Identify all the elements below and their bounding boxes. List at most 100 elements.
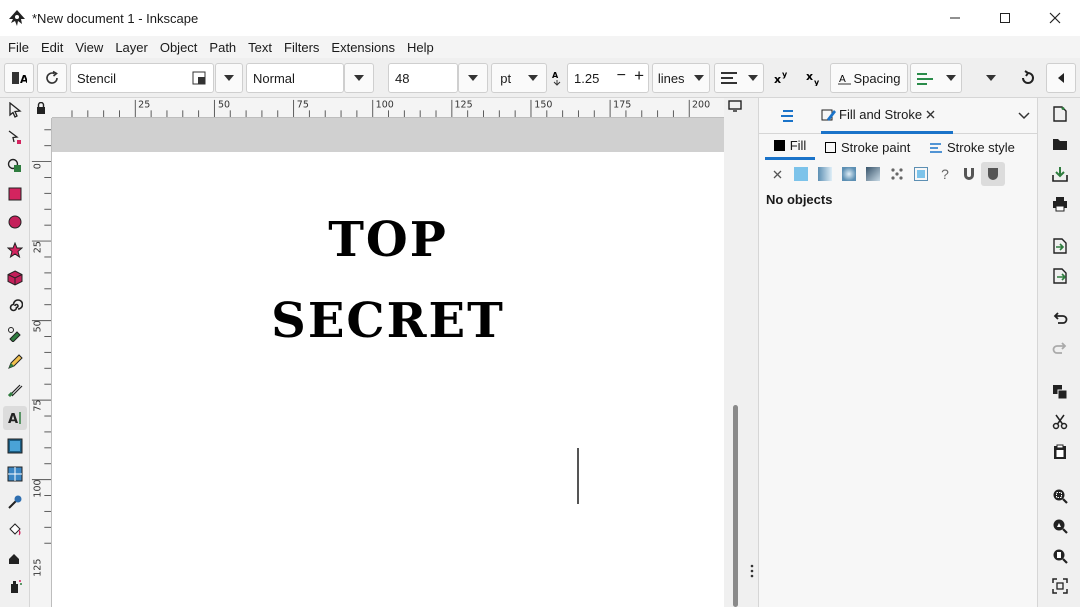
save-button[interactable] [1048, 162, 1072, 186]
close-window-button[interactable] [1030, 0, 1080, 36]
display-mode-icon[interactable] [728, 100, 742, 112]
import-button[interactable] [1048, 234, 1072, 258]
menu-help[interactable]: Help [401, 40, 440, 55]
spiral-tool[interactable] [3, 294, 27, 318]
spray-tool[interactable] [3, 574, 27, 598]
mesh-tool[interactable] [3, 462, 27, 486]
copy-button[interactable] [1048, 380, 1072, 404]
zoom-page-button[interactable] [1048, 544, 1072, 568]
snap-toggle-icon[interactable] [1020, 70, 1036, 86]
menu-filters[interactable]: Filters [278, 40, 325, 55]
svg-text:A: A [20, 73, 27, 86]
alignment-select[interactable] [714, 63, 764, 93]
snap-popover-button[interactable] [1046, 63, 1076, 93]
flat-color-icon [794, 167, 808, 181]
maximize-button[interactable] [980, 0, 1030, 36]
rectangle-tool[interactable] [3, 182, 27, 206]
menu-text[interactable]: Text [242, 40, 278, 55]
radial-gradient-button[interactable] [837, 162, 861, 186]
orientation-select[interactable] [910, 63, 962, 93]
flat-color-button[interactable] [789, 162, 813, 186]
mesh-gradient-button[interactable] [861, 162, 885, 186]
zoom-selection-button[interactable] [1048, 484, 1072, 508]
shape-builder-tool[interactable] [3, 154, 27, 178]
menu-extensions[interactable]: Extensions [325, 40, 401, 55]
objects-layers-icon[interactable] [779, 109, 795, 123]
document-page[interactable]: TOP SECRET [52, 152, 724, 607]
guide-lock[interactable] [30, 98, 52, 118]
tweak-tool[interactable] [3, 546, 27, 570]
font-family-field[interactable]: Stencil [70, 63, 214, 93]
no-paint-button[interactable] [765, 162, 789, 186]
swatch-button[interactable] [909, 162, 933, 186]
unset-paint-button[interactable]: ? [933, 162, 957, 186]
export-button[interactable] [1048, 264, 1072, 288]
toolbar-overflow-icon[interactable] [986, 75, 996, 81]
pattern-button[interactable] [885, 162, 909, 186]
fill-rule-nonzero-button[interactable] [981, 162, 1005, 186]
cut-button[interactable] [1048, 410, 1072, 434]
subtab-stroke-paint[interactable]: Stroke paint [825, 134, 915, 160]
menu-layer[interactable]: Layer [109, 40, 154, 55]
font-style-dropdown[interactable] [344, 63, 374, 93]
menu-edit[interactable]: Edit [35, 40, 69, 55]
ellipse-tool[interactable] [3, 210, 27, 234]
selector-tool[interactable] [3, 98, 27, 122]
pen-tool[interactable] [3, 322, 27, 346]
spacing-button[interactable]: A Spacing [830, 63, 908, 93]
calligraphy-tool[interactable] [3, 378, 27, 402]
menu-object[interactable]: Object [154, 40, 204, 55]
subscript-button[interactable]: xy [800, 63, 828, 93]
font-collections-button[interactable]: A [4, 63, 34, 93]
star-tool[interactable] [3, 238, 27, 262]
close-tab-icon[interactable] [926, 110, 935, 119]
tab-fill-and-stroke[interactable]: Fill and Stroke [821, 98, 953, 134]
3d-box-tool[interactable] [3, 266, 27, 290]
new-document-button[interactable] [1048, 102, 1072, 126]
ruler-label: 125 [455, 100, 473, 111]
font-family-dropdown[interactable] [215, 63, 243, 93]
subtab-stroke-style[interactable]: Stroke style [929, 134, 1029, 160]
superscript-button[interactable]: xy [768, 63, 796, 93]
minimize-button[interactable] [930, 0, 980, 36]
canvas-text-secret[interactable]: SECRET [52, 293, 724, 349]
cube-icon [7, 270, 23, 286]
linear-gradient-button[interactable] [813, 162, 837, 186]
font-size-field[interactable]: 48 [388, 63, 458, 93]
font-size-dropdown[interactable] [458, 63, 488, 93]
line-height-unit-select[interactable]: lines [652, 63, 710, 93]
fill-rule-evenodd-button[interactable] [957, 162, 981, 186]
dock-tabs-menu[interactable] [1011, 102, 1037, 130]
pencil-tool[interactable] [3, 350, 27, 374]
redo-button[interactable] [1048, 336, 1072, 360]
node-tool[interactable] [3, 126, 27, 150]
paste-button[interactable] [1048, 440, 1072, 464]
subtab-fill[interactable]: Fill [765, 134, 815, 160]
save-icon [1052, 167, 1068, 182]
reload-fonts-button[interactable] [37, 63, 67, 93]
menu-path[interactable]: Path [203, 40, 242, 55]
decrease-icon[interactable]: − [617, 67, 626, 85]
stroke-style-icon [930, 142, 942, 153]
print-button[interactable] [1048, 192, 1072, 216]
chevron-down-icon [748, 75, 758, 81]
canvas-text-top[interactable]: TOP [52, 212, 724, 268]
undo-button[interactable] [1048, 306, 1072, 330]
dock-splitter[interactable] [746, 98, 758, 607]
zoom-center-button[interactable] [1048, 574, 1072, 598]
text-tool[interactable]: A [3, 406, 27, 430]
x-icon [773, 170, 781, 178]
menu-file[interactable]: File [2, 40, 35, 55]
font-style-field[interactable]: Normal [246, 63, 344, 93]
line-height-field[interactable]: 1.25 − + [567, 63, 649, 93]
increase-icon[interactable]: + [634, 66, 644, 86]
lock-icon [37, 102, 45, 114]
font-unit-select[interactable]: pt [491, 63, 547, 93]
paint-bucket-tool[interactable] [3, 518, 27, 542]
scrollbar-thumb[interactable] [733, 405, 738, 607]
zoom-drawing-button[interactable] [1048, 514, 1072, 538]
gradient-tool[interactable] [3, 434, 27, 458]
open-button[interactable] [1048, 132, 1072, 156]
menu-view[interactable]: View [69, 40, 109, 55]
dropper-tool[interactable] [3, 490, 27, 514]
